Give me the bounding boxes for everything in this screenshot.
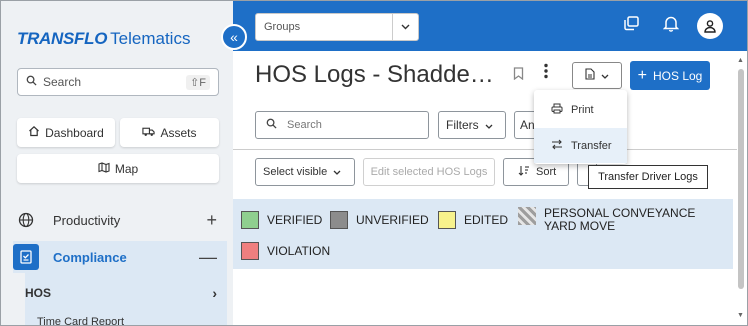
- export-button[interactable]: [572, 62, 622, 89]
- sidebar-search[interactable]: Search ⇧F: [17, 68, 219, 96]
- document-icon: [585, 68, 595, 83]
- map-icon: [98, 161, 110, 176]
- user-icon: [704, 20, 716, 33]
- sort-label: Sort: [536, 166, 557, 178]
- select-visible-dropdown[interactable]: Select visible: [255, 158, 355, 186]
- legend-swatch-hatched: [518, 207, 536, 225]
- search-icon: [266, 118, 277, 132]
- tooltip: Transfer Driver Logs: [588, 165, 708, 189]
- sidebar-subitem-hos[interactable]: HOS ›: [25, 285, 227, 301]
- app-frame: TRANSFLO Telematics Search ⇧F Dashboard A…: [0, 0, 748, 326]
- legend-item-edited: EDITED: [438, 211, 508, 229]
- sidebar-item-label: Productivity: [53, 212, 121, 228]
- sort-icon: [518, 165, 530, 179]
- page-title: HOS Logs - Shadde…: [255, 61, 494, 88]
- transfer-icon: [551, 139, 563, 153]
- map-button[interactable]: Map: [17, 154, 219, 183]
- chevron-right-icon: ›: [212, 285, 217, 301]
- legend-swatch: [241, 211, 259, 229]
- printer-icon: [551, 103, 563, 117]
- menu-item-label: Print: [571, 103, 594, 116]
- chevron-down-icon: [392, 14, 418, 40]
- globe-icon: [13, 207, 39, 233]
- sidebar-item-label: Compliance: [53, 249, 127, 265]
- compliance-icon: [13, 244, 39, 270]
- sidebar: TRANSFLO Telematics Search ⇧F Dashboard A…: [1, 1, 233, 325]
- dashboard-button[interactable]: Dashboard: [17, 118, 115, 147]
- edit-selected-button[interactable]: Edit selected HOS Logs: [363, 158, 495, 186]
- groups-label: Groups: [264, 21, 301, 33]
- dashboard-label: Dashboard: [45, 125, 104, 140]
- user-avatar[interactable]: [697, 13, 723, 39]
- top-bar: Groups: [233, 1, 747, 51]
- filters-dropdown[interactable]: Filters: [438, 111, 506, 139]
- legend-item-personal-conveyance: PERSONAL CONVEYANCE YARD MOVE: [518, 207, 695, 233]
- add-hos-log-button[interactable]: + HOS Log: [630, 61, 710, 90]
- sidebar-subitem-time-card-report[interactable]: Time Card Report: [37, 315, 239, 326]
- subitem-label: HOS: [25, 286, 52, 300]
- sidebar-item-productivity[interactable]: Productivity +: [13, 204, 227, 236]
- select-visible-label: Select visible: [263, 166, 328, 178]
- plus-icon: +: [637, 66, 647, 84]
- subitem-label: Time Card Report: [37, 316, 125, 326]
- bookmark-icon[interactable]: [513, 67, 524, 83]
- scroll-down-icon[interactable]: ▼: [737, 312, 744, 319]
- scroll-up-icon[interactable]: ▲: [737, 57, 744, 64]
- expand-icon[interactable]: +: [206, 210, 217, 231]
- legend-item-verified: VERIFIED: [241, 211, 322, 229]
- collapse-sidebar-button[interactable]: «: [221, 24, 247, 50]
- windows-icon[interactable]: [623, 15, 640, 37]
- scrollbar-thumb[interactable]: [738, 69, 744, 289]
- bell-icon[interactable]: [662, 15, 680, 37]
- home-icon: [28, 125, 40, 140]
- divider: [233, 149, 737, 150]
- truck-icon: [142, 126, 156, 140]
- search-icon: [26, 75, 37, 89]
- assets-button[interactable]: Assets: [120, 118, 219, 147]
- logo-product: Telematics: [110, 29, 191, 48]
- groups-select[interactable]: Groups: [255, 13, 419, 41]
- logo-brand: TRANSFLO: [17, 29, 108, 48]
- logo: TRANSFLO Telematics: [17, 29, 190, 49]
- hos-log-label: HOS Log: [652, 68, 703, 83]
- scrollbar[interactable]: ▲ ▼: [737, 55, 745, 321]
- menu-item-label: Transfer: [571, 139, 612, 152]
- legend-label: VERIFIED: [267, 213, 323, 227]
- sidebar-item-compliance[interactable]: Compliance —: [13, 241, 227, 273]
- legend-label: VIOLATION: [267, 244, 331, 258]
- search-shortcut: ⇧F: [186, 74, 210, 90]
- chevron-down-icon: [333, 166, 341, 178]
- legend-swatch: [241, 242, 259, 260]
- map-label: Map: [114, 161, 139, 176]
- menu-item-print[interactable]: Print: [534, 92, 627, 127]
- legend-label: YARD MOVE: [544, 219, 616, 233]
- more-options-menu: Print Transfer: [534, 90, 627, 164]
- legend-item-violation: VIOLATION: [241, 242, 330, 260]
- assets-label: Assets: [160, 125, 197, 140]
- more-options-icon[interactable]: [544, 63, 548, 84]
- an-label: An: [520, 118, 535, 132]
- edit-selected-label: Edit selected HOS Logs: [370, 166, 488, 178]
- filters-label: Filters: [446, 118, 479, 132]
- legend-label: UNVERIFIED: [356, 213, 429, 227]
- chevron-down-icon: [485, 118, 493, 132]
- legend-item-unverified: UNVERIFIED: [330, 211, 429, 229]
- search-placeholder: Search: [287, 119, 322, 131]
- status-legend: VERIFIED UNVERIFIED EDITED PERSONAL CONV…: [233, 199, 733, 269]
- legend-label: EDITED: [464, 213, 509, 227]
- legend-label-group: PERSONAL CONVEYANCE YARD MOVE: [544, 207, 695, 233]
- menu-item-transfer[interactable]: Transfer: [534, 128, 627, 163]
- legend-swatch: [330, 211, 348, 229]
- collapse-section-icon[interactable]: —: [199, 247, 217, 268]
- hos-search-input[interactable]: Search: [255, 111, 429, 139]
- sidebar-search-placeholder: Search: [43, 75, 82, 89]
- chevron-down-icon: [601, 70, 609, 82]
- legend-swatch: [438, 211, 456, 229]
